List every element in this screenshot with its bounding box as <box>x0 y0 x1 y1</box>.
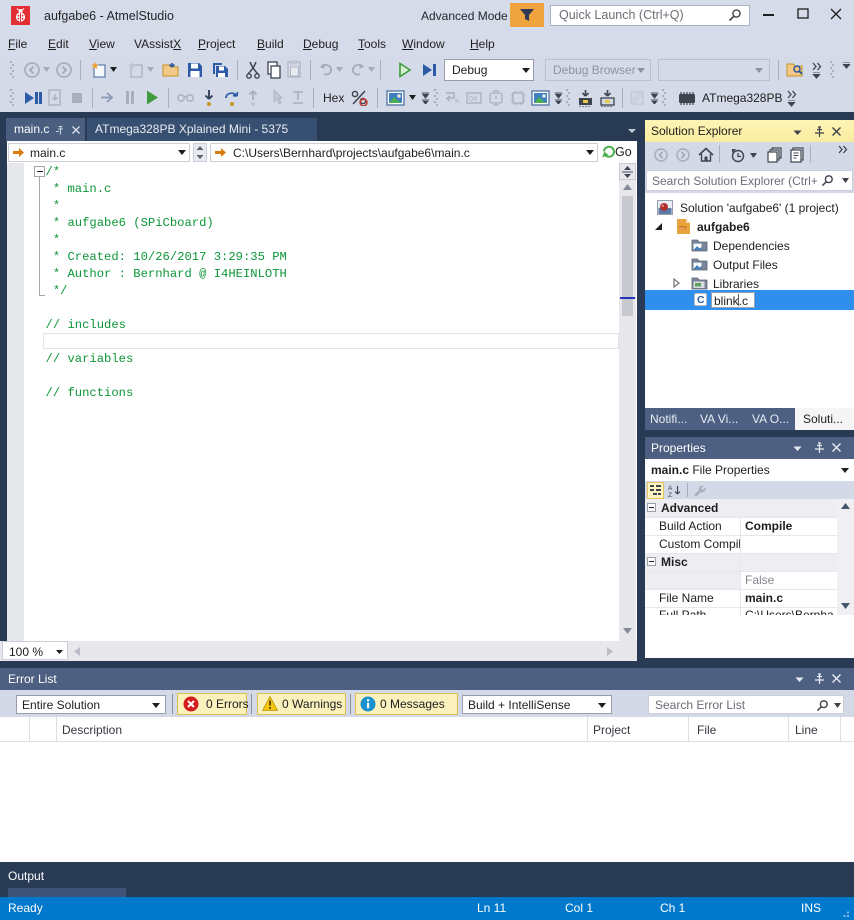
svg-text:exe: exe <box>679 227 685 231</box>
svg-text:A: A <box>668 485 673 492</box>
svg-text:Z: Z <box>668 492 672 497</box>
svg-text:0X: 0X <box>469 96 478 103</box>
